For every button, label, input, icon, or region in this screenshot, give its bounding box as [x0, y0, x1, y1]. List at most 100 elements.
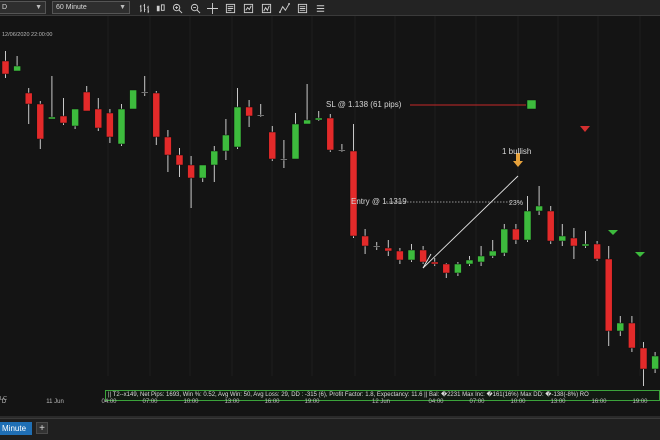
- candle-body: [535, 205, 543, 212]
- candle-body: [558, 235, 567, 242]
- instrument-select[interactable]: D ▼: [0, 1, 46, 14]
- candle-body: [256, 114, 265, 117]
- bar-chart-icon[interactable]: [137, 1, 151, 15]
- time-axis-label: D: [1, 399, 7, 405]
- add-tab-button[interactable]: +: [36, 422, 48, 434]
- candle-body: [82, 91, 91, 112]
- candle-body: [245, 106, 253, 117]
- plus-icon: +: [39, 423, 45, 434]
- strategy-icon[interactable]: [241, 1, 255, 15]
- time-axis-label: 04:00: [101, 399, 117, 405]
- candle-body: [129, 89, 137, 110]
- candle-body: [454, 263, 462, 274]
- candle-body: [651, 355, 659, 370]
- candle-type-icon[interactable]: [153, 1, 167, 15]
- candle-body: [233, 106, 242, 148]
- time-axis-label: 10:00: [510, 399, 526, 405]
- properties-icon[interactable]: [223, 1, 237, 15]
- indicators-icon[interactable]: [259, 1, 273, 15]
- candle-body: [280, 158, 288, 161]
- signal-label: 1 bullish: [502, 147, 532, 156]
- candle-body: [117, 108, 126, 145]
- candle-body: [13, 65, 21, 72]
- time-axis-label: 07:00: [142, 399, 158, 405]
- percent-label: 23%: [509, 200, 524, 207]
- time-axis-label: 13:00: [224, 399, 240, 405]
- chart-panel[interactable]: 12/06/2020 22:00:00 LC SL @ 1.138 (61 pi…: [0, 16, 660, 404]
- time-axis-label: 16:00: [264, 399, 280, 405]
- candle-body: [187, 164, 195, 179]
- chevron-down-icon: ▼: [119, 4, 126, 11]
- candle-body: [59, 115, 68, 124]
- chart-tab-bar: Minute +: [0, 418, 660, 440]
- candle-body: [152, 92, 161, 138]
- time-axis-label: 04:00: [428, 399, 444, 405]
- candle-body: [314, 117, 323, 121]
- candle-body: [581, 243, 590, 247]
- candle-body: [419, 249, 427, 263]
- candle-body: [164, 136, 172, 156]
- time-axis: D 11 Jun 04:00 07:00 10:00 13:00 16:00 19:00 12 …: [0, 396, 660, 410]
- buy-marker: [608, 230, 618, 235]
- trend-line: [422, 175, 519, 269]
- candle-body: [523, 210, 532, 241]
- candle-body: [175, 154, 184, 166]
- price-chart[interactable]: [0, 16, 660, 404]
- candle-body: [396, 250, 404, 261]
- candle-body: [210, 150, 219, 166]
- candle-body: [430, 261, 439, 265]
- candle-body: [94, 108, 103, 129]
- time-axis-label: 13:00: [550, 399, 566, 405]
- candle-body: [372, 245, 381, 248]
- candle-body: [36, 103, 45, 140]
- time-axis-label: 16:00: [591, 399, 607, 405]
- sell-marker: [580, 126, 590, 132]
- candle-body: [616, 322, 625, 332]
- candle-body: [303, 119, 311, 125]
- candle-body: [500, 228, 509, 254]
- candle-body: [628, 322, 636, 349]
- candle-body: [512, 228, 520, 241]
- candle-body: [488, 250, 497, 257]
- time-axis-label: 12 Jun: [371, 399, 391, 405]
- time-axis-label: 19:00: [632, 399, 648, 405]
- zoom-in-icon[interactable]: [170, 1, 184, 15]
- candle-body: [349, 150, 358, 237]
- instrument-select-value: D: [2, 4, 8, 11]
- candle-body: [361, 235, 369, 247]
- candle-body: [465, 259, 474, 265]
- candle-body: [338, 149, 346, 152]
- candle-body: [71, 108, 79, 127]
- candle-body: [268, 131, 277, 160]
- candle-body: [477, 255, 485, 263]
- time-axis-label: 11 Jun: [46, 399, 64, 405]
- candle-body: [48, 116, 56, 120]
- chevron-down-icon: ▼: [35, 4, 42, 11]
- entry-label: Entry @ 1.1319: [351, 197, 407, 206]
- candle-body: [326, 117, 335, 151]
- candle-body: [198, 164, 207, 179]
- crosshair-icon[interactable]: [205, 1, 219, 15]
- interval-select-value: 60 Minute: [56, 4, 87, 11]
- candle-body: [442, 263, 451, 274]
- buy-marker: [635, 252, 645, 257]
- candle-body: [407, 249, 416, 261]
- zoom-out-icon[interactable]: [188, 1, 202, 15]
- time-axis-label: 10:00: [183, 399, 199, 405]
- chart-date-label: 12/06/2020 22:00:00: [2, 32, 53, 38]
- tab-minute-label: Minute: [2, 424, 27, 433]
- stop-loss-marker: [526, 99, 537, 110]
- candle-body: [639, 347, 648, 370]
- stop-loss-label: SL @ 1.138 (61 pips): [326, 100, 402, 109]
- tab-minute[interactable]: Minute: [0, 422, 32, 435]
- time-axis-label: 19:00: [304, 399, 320, 405]
- drawing-tool-icon[interactable]: [277, 1, 291, 15]
- candle-body: [24, 92, 33, 105]
- candle-body: [384, 247, 393, 252]
- candle-body: [140, 91, 149, 94]
- interval-select[interactable]: 60 Minute ▼: [52, 1, 130, 14]
- candle-body: [570, 237, 578, 247]
- more-options-icon[interactable]: [313, 1, 327, 15]
- data-box-icon[interactable]: [295, 1, 309, 15]
- candle-body: [593, 243, 601, 260]
